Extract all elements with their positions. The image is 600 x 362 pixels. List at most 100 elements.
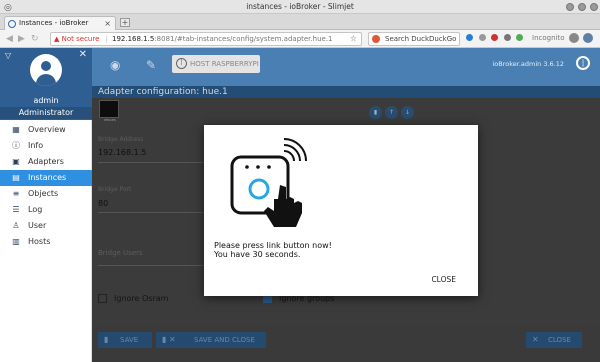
bridge-port-label: Bridge Port (98, 186, 132, 193)
sidebar-item-label: Log (28, 205, 43, 214)
dialog-line1: Please press link button now! (214, 241, 332, 250)
bridge-users-label: Bridge Users (98, 249, 143, 257)
config-header-buttons: ▮ ↑ ↓ (369, 106, 417, 119)
field-underline (98, 212, 208, 213)
duckduckgo-icon (372, 35, 380, 43)
sidebar-item-adapters[interactable]: ▣ Adapters (0, 154, 92, 170)
user-icon: ♙ (12, 221, 20, 230)
extension-icon[interactable] (516, 34, 524, 41)
host-button[interactable]: | HOST RASPBERRYPI (172, 55, 260, 73)
user-role: Administrator (0, 107, 92, 119)
log-icon: ☰ (12, 205, 20, 214)
maximize-button[interactable] (578, 3, 586, 11)
save-button[interactable]: ▮ SAVE (98, 332, 152, 348)
back-icon[interactable]: ◀ (6, 34, 13, 44)
info-icon: ⓘ (12, 141, 20, 150)
page-title: Adapter configuration: hue.1 (92, 86, 600, 98)
browser-tab[interactable]: Instances - ioBroker × (4, 16, 116, 30)
download-icon[interactable]: ↓ (401, 106, 414, 119)
close-window-button[interactable] (590, 3, 598, 11)
sidebar-item-label: Info (28, 141, 44, 150)
close-button[interactable]: ✕ CLOSE (526, 332, 582, 348)
version-label: ioBroker.admin 3.6.12 (492, 60, 564, 68)
forward-icon[interactable]: ▶ (18, 34, 25, 44)
profile-icon[interactable] (582, 33, 593, 43)
sidebar-item-label: Overview (28, 125, 66, 134)
ignore-osram-label: Ignore Osram (114, 294, 169, 303)
extension-icon[interactable] (478, 34, 486, 41)
sidebar-item-label: Objects (28, 189, 59, 198)
iobroker-favicon-icon (8, 20, 16, 28)
save-icon: ▮ ✕ (162, 335, 176, 344)
list-icon: ≡ (12, 189, 20, 198)
dialog-message: Please press link button now! You have 3… (214, 241, 332, 259)
save-and-close-label: SAVE AND CLOSE (194, 336, 255, 344)
browser-tab-title: Instances - ioBroker (19, 19, 89, 27)
sidebar-item-overview[interactable]: ▦ Overview (0, 122, 92, 138)
field-underline (98, 265, 208, 266)
window-menu-icon[interactable]: ◎ (4, 1, 12, 15)
minimize-button[interactable] (566, 3, 574, 11)
host-button-label: HOST RASPBERRYPI (190, 60, 259, 68)
browser-tabbar: Instances - ioBroker × + (0, 14, 600, 30)
footer-bar: ▮ SAVE ▮ ✕ SAVE AND CLOSE ✕ CLOSE (92, 326, 600, 362)
new-tab-button[interactable]: + (120, 18, 130, 27)
url-divider: | (105, 35, 108, 43)
bridge-address-field[interactable]: 192.168.1.5 (98, 148, 146, 157)
dialog-line2: You have 30 seconds. (214, 250, 301, 259)
eye-icon[interactable]: ◉ (110, 59, 120, 71)
profile-panel: ▽ ✕ admin Administrator (0, 48, 92, 120)
ignore-osram-checkbox[interactable] (98, 294, 107, 303)
search-box[interactable]: Search DuckDuckGo (368, 32, 460, 46)
save-and-close-button[interactable]: ▮ ✕ SAVE AND CLOSE (156, 332, 266, 348)
extension-icon[interactable] (503, 34, 511, 41)
incognito-label: Incognito (532, 34, 565, 42)
instances-icon: ▤ (12, 173, 20, 182)
bridge-link-button-icon (230, 138, 307, 227)
bookmark-star-icon[interactable]: ☆ (350, 33, 357, 45)
logout-power-icon[interactable]: | (576, 56, 590, 70)
avatar (30, 54, 62, 86)
extension-icon[interactable] (466, 34, 473, 41)
sidebar-item-hosts[interactable]: ▥ Hosts (0, 234, 92, 250)
window-titlebar: ◎ instances - ioBroker - Slimjet (0, 0, 600, 14)
url-security-label: Not secure (61, 35, 100, 43)
sidebar-item-user[interactable]: ♙ User (0, 218, 92, 234)
url-host: 192.168.1.5 (111, 35, 155, 43)
reload-icon[interactable]: ↻ (31, 34, 39, 44)
adapter-logo-text: PHILIPS (104, 118, 116, 122)
field-underline (98, 162, 208, 163)
save-config-icon[interactable]: ▮ (369, 106, 382, 119)
sidebar-item-instances[interactable]: ▤ Instances (0, 170, 92, 186)
window-title: instances - ioBroker - Slimjet (246, 2, 354, 11)
app-toolbar: ◉ ✎ | HOST RASPBERRYPI ioBroker.admin 3.… (92, 48, 600, 86)
sidebar-item-label: Hosts (28, 237, 51, 246)
sidebar-close-icon[interactable]: ✕ (79, 49, 87, 60)
sidebar-item-log[interactable]: ☰ Log (0, 202, 92, 218)
username: admin (33, 96, 59, 105)
dialog-close-button[interactable]: CLOSE (431, 275, 456, 284)
grid-icon: ▦ (12, 125, 20, 134)
adapter-logo: PHILIPS (99, 100, 119, 122)
sidebar-item-objects[interactable]: ≡ Objects (0, 186, 92, 202)
extension-icons (466, 34, 526, 43)
incognito-indicator: Incognito (532, 33, 593, 44)
warning-icon: ▲ (54, 35, 60, 43)
link-button-dialog: Please press link button now! You have 3… (204, 125, 478, 296)
url-bar[interactable]: ▲ Not secure | 192.168.1.5:8081/#tab-inst… (50, 32, 362, 46)
sidebar-item-info[interactable]: ⓘ Info (0, 138, 92, 154)
wrench-icon[interactable]: ✎ (146, 59, 156, 71)
extension-icon[interactable] (491, 34, 499, 41)
close-icon: ✕ (532, 335, 539, 344)
sidebar: ▽ ✕ admin Administrator ▦ Overview ⓘ Info … (0, 48, 92, 362)
tab-close-icon[interactable]: × (104, 17, 111, 30)
power-small-icon: | (176, 58, 187, 69)
sidebar-menu: ▦ Overview ⓘ Info ▣ Adapters ▤ Instances ≡ Ob… (0, 122, 92, 250)
incognito-icon (568, 33, 579, 43)
save-button-label: SAVE (120, 336, 139, 344)
sidebar-collapse-icon[interactable]: ▽ (5, 51, 11, 60)
url-path: :8081/#tab-instances/config/system.adapt… (154, 35, 333, 43)
store-icon: ▣ (12, 157, 20, 166)
bridge-port-field[interactable]: 80 (98, 199, 108, 208)
upload-icon[interactable]: ↑ (385, 106, 398, 119)
